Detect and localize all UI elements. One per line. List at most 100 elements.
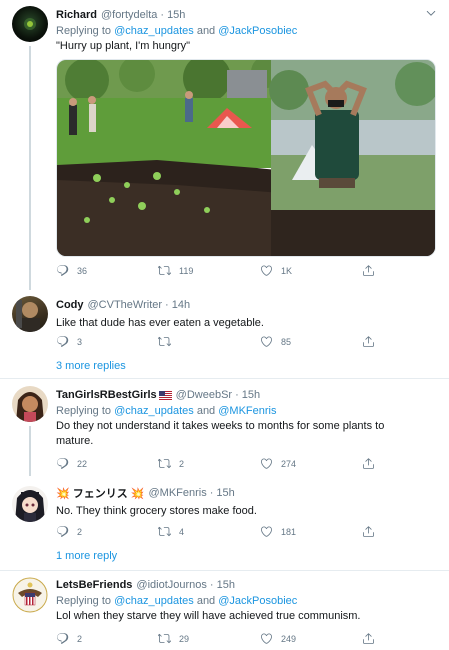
us-flag-icon xyxy=(158,390,172,400)
reply-icon xyxy=(56,525,69,538)
reply-button[interactable]: 22 xyxy=(56,457,87,470)
reply-count: 3 xyxy=(77,336,83,347)
avatar[interactable] xyxy=(12,6,48,42)
mention-link[interactable]: @chaz_updates xyxy=(114,595,194,607)
timestamp[interactable]: 14h xyxy=(172,299,190,311)
reply-icon xyxy=(56,457,69,470)
avatar[interactable] xyxy=(12,486,48,522)
replying-to: Replying to @chaz_updates and @JackPosob… xyxy=(56,595,298,607)
user-handle[interactable]: @CVTheWriter xyxy=(88,299,163,311)
tweet-tangirls[interactable]: TanGirlsRBestGirls @DweebSr · 15h Replyi… xyxy=(0,380,449,476)
mention-link[interactable]: @JackPosobiec xyxy=(218,25,297,37)
display-name[interactable]: Cody xyxy=(56,299,84,311)
retweet-icon xyxy=(158,457,171,470)
dot-separator: · xyxy=(160,9,165,21)
mention-link[interactable]: @MKFenris xyxy=(218,405,276,417)
avatar[interactable] xyxy=(12,577,48,613)
thread-line xyxy=(29,46,31,290)
share-icon xyxy=(362,335,375,348)
retweet-button[interactable] xyxy=(158,335,179,348)
thread-line xyxy=(29,426,31,476)
timestamp[interactable]: 15h xyxy=(167,9,185,21)
reply-button[interactable]: 3 xyxy=(56,335,82,348)
caret-down-icon[interactable] xyxy=(425,7,437,22)
retweet-count: 119 xyxy=(179,265,194,276)
user-handle[interactable]: @fortydelta xyxy=(101,9,157,21)
display-name[interactable]: Richard xyxy=(56,9,97,21)
retweet-count: 29 xyxy=(179,633,190,644)
dot-separator: · xyxy=(209,579,214,591)
share-icon xyxy=(362,632,375,645)
display-name[interactable]: LetsBeFriends xyxy=(56,579,132,591)
avatar[interactable] xyxy=(12,296,48,332)
reply-button[interactable]: 36 xyxy=(56,264,87,277)
reply-icon xyxy=(56,264,69,277)
timestamp[interactable]: 15h xyxy=(242,389,260,401)
display-name[interactable]: 💥 フェンリス 💥 xyxy=(56,485,145,501)
share-button[interactable] xyxy=(362,335,383,348)
retweet-count: 2 xyxy=(179,458,185,469)
user-handle[interactable]: @DweebSr xyxy=(176,389,232,401)
like-button[interactable]: 249 xyxy=(260,632,296,645)
show-more-replies-link[interactable]: 3 more replies xyxy=(56,360,126,372)
dot-separator: · xyxy=(235,389,239,401)
tweet-photo[interactable] xyxy=(56,59,436,257)
avatar[interactable] xyxy=(12,386,48,422)
like-icon xyxy=(260,335,273,348)
mention-link[interactable]: @chaz_updates xyxy=(114,405,194,417)
divider xyxy=(0,570,449,571)
retweet-icon xyxy=(158,632,171,645)
replying-to: Replying to @chaz_updates and @MKFenris xyxy=(56,405,277,417)
like-button[interactable]: 181 xyxy=(260,525,296,538)
timestamp[interactable]: 15h xyxy=(217,579,235,591)
reply-count: 22 xyxy=(77,458,88,469)
show-more-replies-link[interactable]: 1 more reply xyxy=(56,550,117,562)
tweet-text: "Hurry up plant, I'm hungry" xyxy=(56,40,191,52)
retweet-button[interactable]: 119 xyxy=(158,264,193,277)
retweet-icon xyxy=(158,525,171,538)
like-button[interactable]: 274 xyxy=(260,457,296,470)
user-handle[interactable]: @MKFenris xyxy=(149,487,207,499)
like-count: 181 xyxy=(281,526,297,537)
share-button[interactable] xyxy=(362,632,383,645)
divider xyxy=(0,378,449,379)
reply-icon xyxy=(56,335,69,348)
like-icon xyxy=(260,264,273,277)
share-button[interactable] xyxy=(362,457,383,470)
like-count: 85 xyxy=(281,336,292,347)
timestamp[interactable]: 15h xyxy=(216,487,234,499)
like-count: 274 xyxy=(281,458,297,469)
display-name[interactable]: TanGirlsRBestGirls xyxy=(56,389,157,401)
tweet-fenris[interactable]: 💥 フェンリス 💥 @MKFenris · 15h No. They think… xyxy=(0,480,449,568)
reply-button[interactable]: 2 xyxy=(56,525,82,538)
share-icon xyxy=(362,457,375,470)
like-count: 1K xyxy=(281,265,293,276)
reply-count: 36 xyxy=(77,265,88,276)
user-handle[interactable]: @idiotJournos xyxy=(136,579,206,591)
like-button[interactable]: 1K xyxy=(260,264,292,277)
mention-link[interactable]: @chaz_updates xyxy=(114,25,194,37)
tweet-cody[interactable]: Cody @CVTheWriter · 14h Like that dude h… xyxy=(0,292,449,380)
reply-count: 2 xyxy=(77,633,83,644)
reply-button[interactable]: 2 xyxy=(56,632,82,645)
retweet-button[interactable]: 4 xyxy=(158,525,184,538)
share-button[interactable] xyxy=(362,525,383,538)
like-button[interactable]: 85 xyxy=(260,335,291,348)
reply-icon xyxy=(56,632,69,645)
reply-feed: Richard @fortydelta · 15h Replying to @c… xyxy=(0,0,449,650)
tweet-richard[interactable]: Richard @fortydelta · 15h Replying to @c… xyxy=(0,0,449,290)
tweet-letsbefriends[interactable]: LetsBeFriends @idiotJournos · 15h Replyi… xyxy=(0,572,449,650)
tweet-text: Do they not understand it takes weeks to… xyxy=(56,420,385,447)
mention-link[interactable]: @JackPosobiec xyxy=(218,595,297,607)
retweet-button[interactable]: 29 xyxy=(158,632,189,645)
retweet-count: 4 xyxy=(179,526,185,537)
like-icon xyxy=(260,457,273,470)
retweet-icon xyxy=(158,335,171,348)
dot-separator: · xyxy=(165,299,169,311)
tweet-text: Like that dude has ever eaten a vegetabl… xyxy=(56,317,264,329)
share-icon xyxy=(362,264,375,277)
reply-count: 2 xyxy=(77,526,83,537)
dot-separator: · xyxy=(209,487,214,499)
retweet-button[interactable]: 2 xyxy=(158,457,184,470)
share-button[interactable] xyxy=(362,264,383,277)
